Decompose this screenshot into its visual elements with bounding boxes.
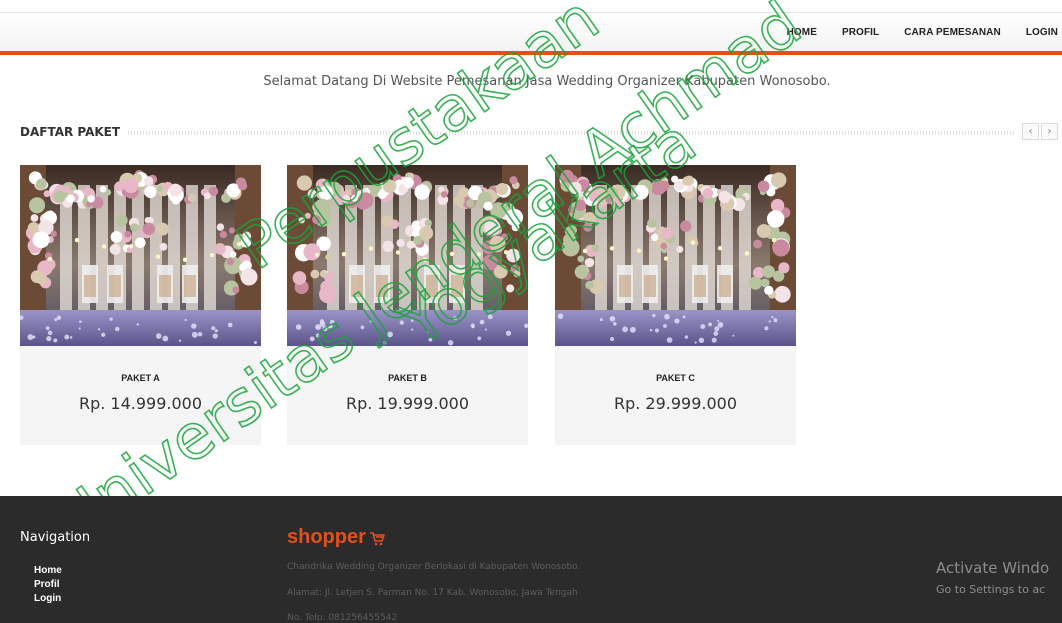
package-card[interactable]: PAKET B Rp. 19.999.000 — [287, 165, 528, 445]
footer-nav-title: Navigation — [20, 530, 91, 545]
carousel-prev-button[interactable]: ‹ — [1022, 123, 1039, 140]
chevron-left-icon: ‹ — [1028, 126, 1033, 137]
welcome-text: Selamat Datang Di Website Pemesanan Jasa… — [263, 74, 831, 89]
package-image[interactable] — [555, 165, 796, 346]
carousel-controls: ‹ › — [1022, 123, 1058, 140]
package-price: Rp. 29.999.000 — [613, 394, 738, 413]
footer-brand[interactable]: shopper — [287, 526, 385, 549]
section-divider — [128, 131, 1014, 135]
footer-description: Chandrika Wedding Organizer Berlokasi di… — [287, 562, 581, 572]
footer-address: Alamat: Jl. Letjen S. Parman No. 17 Kab.… — [287, 588, 578, 598]
package-name: PAKET B — [388, 373, 427, 383]
wedding-decor-photo — [20, 165, 261, 346]
activate-windows-subtitle: Go to Settings to ac — [936, 583, 1046, 596]
nav-login[interactable]: LOGIN — [1026, 27, 1058, 38]
activate-windows-title: Activate Windo — [936, 559, 1050, 577]
package-card[interactable]: PAKET C Rp. 29.999.000 — [555, 165, 796, 445]
nav-home[interactable]: HOME — [787, 27, 817, 38]
nav-cara-pemesanan[interactable]: CARA PEMESANAN — [904, 27, 1001, 38]
package-price: Rp. 19.999.000 — [345, 394, 470, 413]
footer-link-home[interactable]: Home — [34, 564, 62, 578]
wedding-decor-photo — [555, 165, 796, 346]
carousel-next-button[interactable]: › — [1041, 123, 1058, 140]
footer-link-profil[interactable]: Profil — [34, 578, 62, 592]
package-name: PAKET A — [121, 373, 160, 383]
main-nav: HOME PROFIL CARA PEMESANAN LOGIN — [787, 13, 1062, 51]
brand-name: shopper — [287, 526, 366, 548]
package-image[interactable] — [287, 165, 528, 346]
navbar-accent-line — [0, 51, 1062, 55]
package-card[interactable]: PAKET A Rp. 14.999.000 — [20, 165, 261, 445]
footer-link-login[interactable]: Login — [34, 592, 62, 606]
package-name: PAKET C — [656, 373, 695, 383]
chevron-right-icon: › — [1047, 126, 1052, 137]
footer — [0, 496, 1062, 623]
footer-links: Home Profil Login — [34, 564, 62, 606]
footer-phone: No. Telp: 081256455542 — [287, 613, 398, 623]
package-price: Rp. 14.999.000 — [78, 394, 203, 413]
wedding-decor-photo — [287, 165, 528, 346]
section-title: DAFTAR PAKET — [20, 125, 121, 139]
nav-profil[interactable]: PROFIL — [842, 27, 879, 38]
shopping-cart-icon — [369, 531, 385, 545]
package-image[interactable] — [20, 165, 261, 346]
